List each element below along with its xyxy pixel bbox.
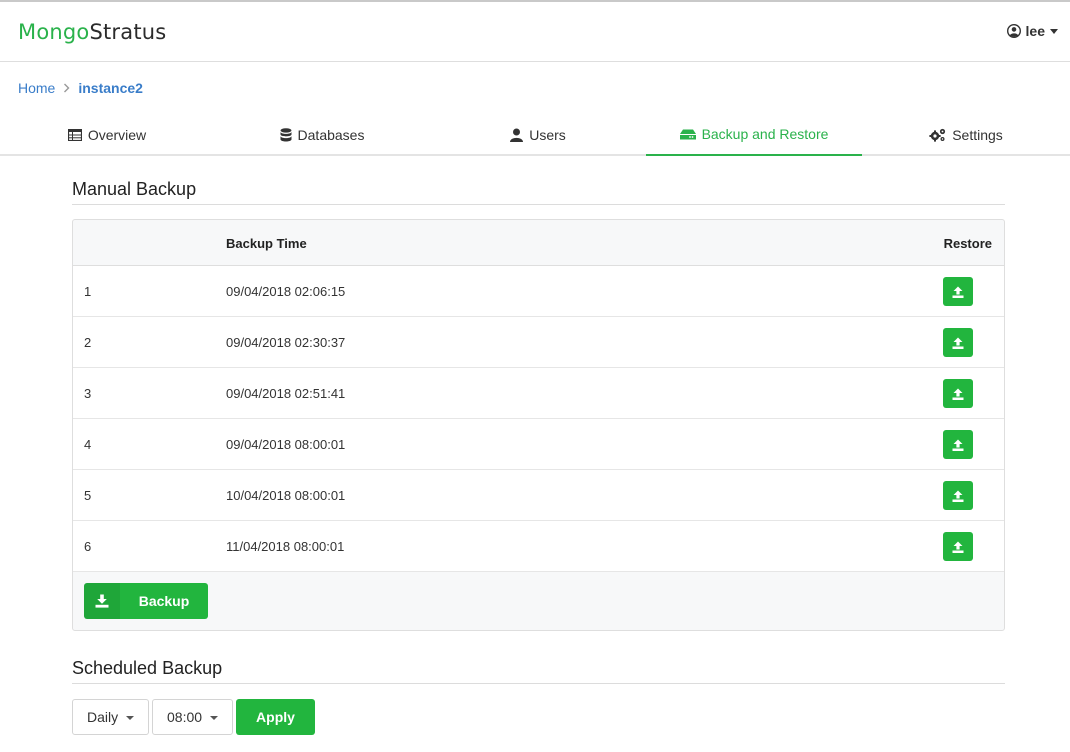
caret-down-icon bbox=[126, 716, 134, 720]
upload-icon bbox=[952, 541, 964, 553]
tab-label: Backup and Restore bbox=[701, 126, 829, 142]
restore-button[interactable] bbox=[943, 430, 973, 459]
brand-part-2: Stratus bbox=[89, 20, 167, 44]
row-index: 2 bbox=[84, 335, 92, 350]
table-row: 4 09/04/2018 08:00:01 bbox=[73, 419, 1004, 470]
restore-button[interactable] bbox=[943, 532, 973, 561]
backup-button-label: Backup bbox=[138, 593, 190, 609]
table-icon bbox=[67, 129, 82, 141]
hdd-icon bbox=[679, 129, 696, 139]
restore-button[interactable] bbox=[943, 481, 973, 510]
upload-icon bbox=[952, 490, 964, 502]
divider bbox=[72, 683, 1005, 684]
scheduled-backup-heading: Scheduled Backup bbox=[72, 658, 223, 678]
row-index: 4 bbox=[84, 437, 92, 452]
tab-settings[interactable]: Settings bbox=[862, 114, 1070, 156]
table-row: 3 09/04/2018 02:51:41 bbox=[73, 368, 1004, 419]
restore-button[interactable] bbox=[943, 379, 973, 408]
apply-button[interactable]: Apply bbox=[236, 699, 315, 735]
row-backup-time: 09/04/2018 02:51:41 bbox=[226, 386, 346, 401]
time-select[interactable]: 08:00 bbox=[152, 699, 233, 735]
top-navbar: MongoStratus lee bbox=[0, 0, 1070, 62]
tab-users[interactable]: Users bbox=[430, 114, 646, 156]
table-header: Backup Time Restore bbox=[73, 220, 1004, 266]
table-row: 6 11/04/2018 08:00:01 bbox=[73, 521, 1004, 572]
tab-overview[interactable]: Overview bbox=[0, 114, 214, 156]
row-backup-time: 09/04/2018 08:00:01 bbox=[226, 437, 346, 452]
row-backup-time: 11/04/2018 08:00:01 bbox=[226, 539, 345, 554]
table-row: 1 09/04/2018 02:06:15 bbox=[73, 266, 1004, 317]
caret-down-icon bbox=[1050, 28, 1058, 34]
breadcrumb: Home instance2 bbox=[18, 80, 143, 96]
row-backup-time: 10/04/2018 08:00:01 bbox=[226, 488, 346, 503]
chevron-right-icon bbox=[63, 83, 70, 93]
user-icon bbox=[510, 128, 524, 142]
row-index: 3 bbox=[84, 386, 92, 401]
tab-backup-and-restore[interactable]: Backup and Restore bbox=[646, 114, 862, 156]
brand-logo[interactable]: MongoStratus bbox=[18, 20, 166, 44]
row-backup-time: 09/04/2018 02:06:15 bbox=[226, 284, 346, 299]
frequency-value: Daily bbox=[87, 709, 119, 725]
row-index: 1 bbox=[84, 284, 92, 299]
restore-button[interactable] bbox=[943, 277, 973, 306]
download-icon bbox=[84, 583, 120, 619]
restore-button[interactable] bbox=[943, 328, 973, 357]
column-header-restore: Restore bbox=[943, 236, 992, 251]
user-menu[interactable]: lee bbox=[1006, 23, 1058, 39]
user-circle-icon bbox=[1006, 24, 1021, 38]
table-row: 2 09/04/2018 02:30:37 bbox=[73, 317, 1004, 368]
table-row: 5 10/04/2018 08:00:01 bbox=[73, 470, 1004, 521]
row-index: 6 bbox=[84, 539, 92, 554]
brand-part-1: Mongo bbox=[18, 20, 90, 44]
backup-button[interactable]: Backup bbox=[84, 583, 208, 619]
database-icon bbox=[280, 128, 292, 142]
tab-label: Settings bbox=[952, 127, 1003, 143]
breadcrumb-current: instance2 bbox=[78, 80, 143, 96]
row-backup-time: 09/04/2018 02:30:37 bbox=[226, 335, 346, 350]
time-value: 08:00 bbox=[167, 709, 203, 725]
tab-bar: Overview Databases Users Backup and Rest… bbox=[0, 114, 1070, 156]
cogs-icon bbox=[929, 128, 946, 142]
frequency-select[interactable]: Daily bbox=[72, 699, 149, 735]
manual-backup-heading: Manual Backup bbox=[72, 179, 197, 199]
upload-icon bbox=[952, 388, 964, 400]
caret-down-icon bbox=[210, 716, 218, 720]
upload-icon bbox=[952, 439, 964, 451]
tab-label: Users bbox=[529, 127, 566, 143]
backup-table-panel: Backup Time Restore 1 09/04/2018 02:06:1… bbox=[72, 219, 1005, 631]
tab-databases[interactable]: Databases bbox=[214, 114, 430, 156]
tab-label: Overview bbox=[87, 127, 147, 143]
column-header-backup-time: Backup Time bbox=[226, 236, 307, 251]
row-index: 5 bbox=[84, 488, 92, 503]
divider bbox=[72, 204, 1005, 205]
tab-label: Databases bbox=[297, 127, 365, 143]
breadcrumb-home[interactable]: Home bbox=[18, 80, 55, 96]
upload-icon bbox=[952, 337, 964, 349]
user-name: lee bbox=[1025, 23, 1045, 39]
upload-icon bbox=[952, 286, 964, 298]
